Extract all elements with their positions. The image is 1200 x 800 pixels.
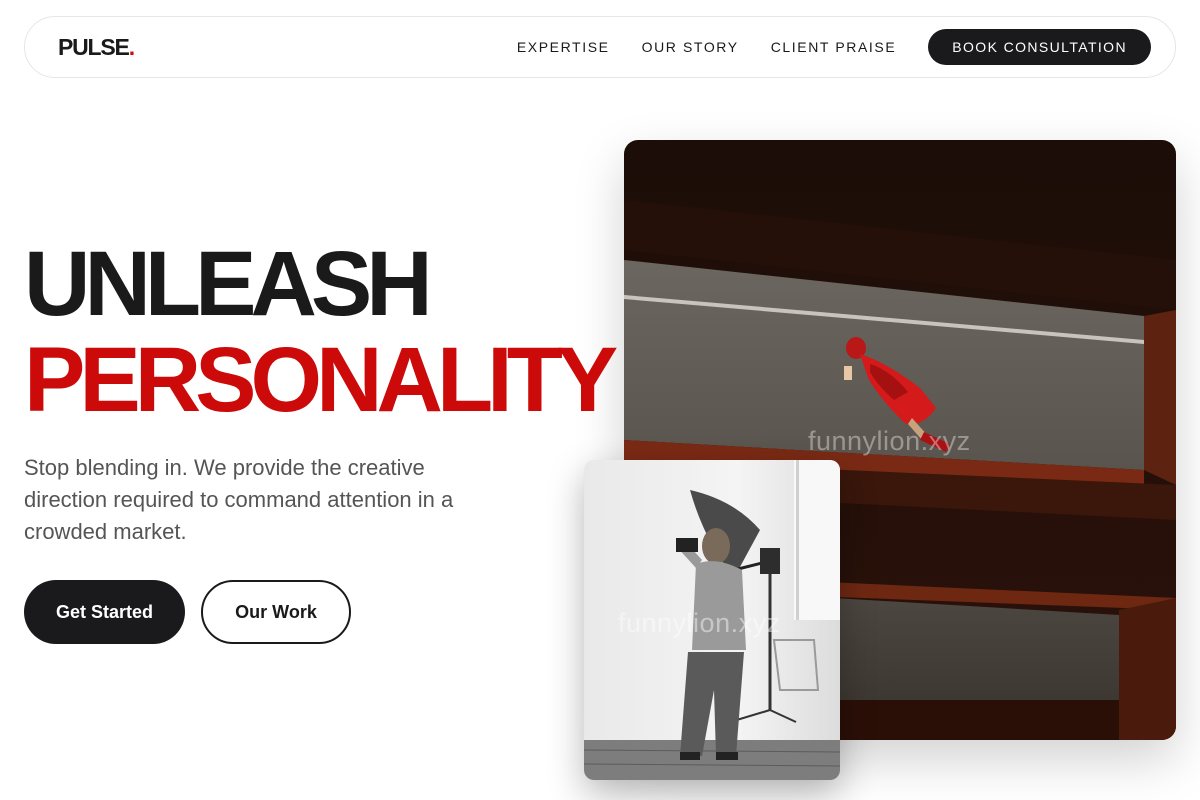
inset-photo-photographer: funnylion.xyz [584,460,840,780]
get-started-button[interactable]: Get Started [24,580,185,644]
top-navbar: PULSE. EXPERTISE OUR STORY CLIENT PRAISE… [24,16,1176,78]
hero-headline: UNLEASH PERSONALITY [24,233,618,431]
headline-line-1: UNLEASH [24,233,433,335]
nav-link-client-praise[interactable]: CLIENT PRAISE [771,39,897,55]
photo-watermark: funnylion.xyz [808,426,971,456]
nav-links: EXPERTISE OUR STORY CLIENT PRAISE BOOK C… [485,29,1151,65]
brand-name: PULSE [58,33,130,60]
nav-link-expertise[interactable]: EXPERTISE [517,39,610,55]
landing-page: PULSE. EXPERTISE OUR STORY CLIENT PRAISE… [0,0,1200,800]
book-consultation-button[interactable]: BOOK CONSULTATION [928,29,1151,65]
nav-link-our-story[interactable]: OUR STORY [642,39,739,55]
inset-watermark: funnylion.xyz [618,608,781,638]
hero-subtext: Stop blending in. We provide the creativ… [24,455,454,544]
headline-line-2: PERSONALITY [24,329,618,431]
our-work-button[interactable]: Our Work [201,580,351,644]
brand-logo[interactable]: PULSE. [58,33,135,61]
brand-dot: . [128,33,135,60]
